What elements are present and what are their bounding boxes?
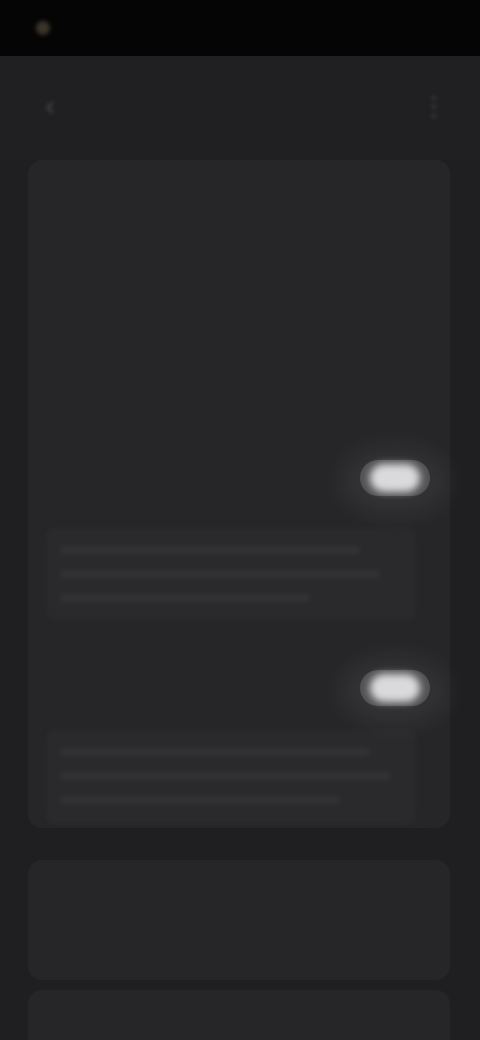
desc-line (60, 772, 390, 780)
info-card (28, 860, 450, 980)
status-dot-icon (36, 21, 50, 35)
toggle-2-description (46, 730, 416, 824)
desc-line (60, 570, 380, 578)
desc-line (60, 546, 360, 554)
more-menu-icon[interactable]: ⋮ (414, 86, 454, 126)
footer-card (28, 990, 450, 1040)
toggle-glow (340, 656, 450, 726)
toggle-glow (340, 446, 450, 516)
back-arrow-icon[interactable]: ‹ (30, 86, 70, 126)
status-left (30, 16, 120, 38)
status-bar (0, 0, 480, 56)
desc-line (60, 748, 370, 756)
settings-screen: ‹ ⋮ (0, 0, 480, 1040)
toggle-1-description (46, 528, 416, 620)
screen-header: ‹ ⋮ (0, 56, 480, 160)
desc-line (60, 796, 340, 804)
status-right (338, 16, 448, 38)
desc-line (60, 594, 310, 602)
